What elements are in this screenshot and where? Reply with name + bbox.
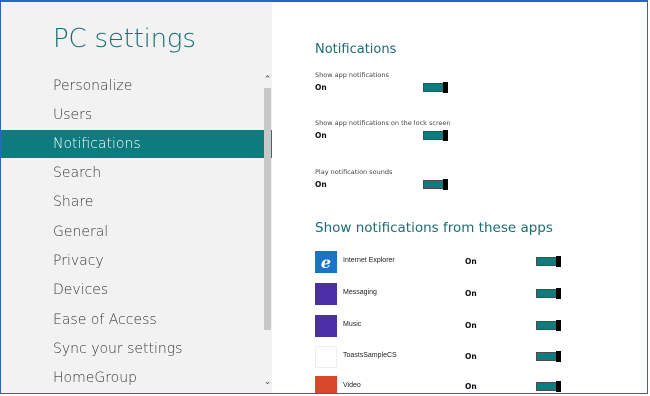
app-state: On [465,257,477,266]
app-name: Internet Explorer [343,257,395,264]
sidebar-item-privacy[interactable]: Privacy [1,247,263,275]
sidebar-item-ease-of-access[interactable]: Ease of Access [1,306,263,334]
app-row-toastssamplecs: ToastsSampleCS On [315,346,575,368]
toasts-sample-icon [315,346,337,368]
app-state: On [465,382,477,391]
pc-settings-window: PC settings Personalize Users Notificati… [0,0,648,394]
setting-label-lock-screen-notifications: Show app notifications on the lock scree… [315,119,451,127]
section-title: Notifications [315,42,397,57]
ie-icon: e [315,251,337,273]
sidebar-item-devices[interactable]: Devices [1,276,263,304]
music-icon [315,315,337,337]
messaging-icon [315,283,337,305]
toggle-internet-explorer[interactable] [536,256,561,267]
app-row-music: Music On [315,315,575,337]
apps-section-title: Show notifications from these apps [315,220,553,236]
toggle-knob [556,351,561,362]
main-content: Notifications Show app notifications On … [272,2,647,393]
sidebar-item-notifications[interactable]: Notifications [1,130,272,158]
video-icon [315,376,337,393]
app-row-video: Video On [315,376,575,393]
app-state: On [465,321,477,330]
toggle-knob [556,381,561,392]
toggle-lock-screen-notifications[interactable] [423,130,448,141]
toggle-music[interactable] [536,320,561,331]
scroll-up-icon[interactable]: ⌃ [263,74,272,86]
toggle-knob [556,256,561,267]
app-row-messaging: Messaging On [315,283,575,305]
toggle-knob [443,82,448,93]
sidebar: PC settings Personalize Users Notificati… [1,2,272,393]
app-state: On [465,352,477,361]
sidebar-item-sync-your-settings[interactable]: Sync your settings [1,335,263,363]
toggle-play-notification-sounds[interactable] [423,179,448,190]
toggle-knob [556,320,561,331]
sidebar-item-personalize[interactable]: Personalize [1,72,263,100]
sidebar-item-homegroup[interactable]: HomeGroup [1,364,263,392]
app-name: ToastsSampleCS [343,352,397,359]
app-row-internet-explorer: e Internet Explorer On [315,251,575,273]
toggle-toastssamplecs[interactable] [536,351,561,362]
toggle-messaging[interactable] [536,288,561,299]
toggle-show-app-notifications[interactable] [423,82,448,93]
setting-value-play-notification-sounds: On [315,180,327,189]
toggle-knob [443,130,448,141]
setting-label-show-app-notifications: Show app notifications [315,71,389,79]
page-title: PC settings [53,24,196,54]
toggle-video[interactable] [536,381,561,392]
app-name: Music [343,321,362,328]
sidebar-scrollbar[interactable]: ⌃ ⌄ [263,74,272,392]
toggle-knob [556,288,561,299]
toggle-knob [443,179,448,190]
sidebar-item-general[interactable]: General [1,218,263,246]
setting-label-play-notification-sounds: Play notification sounds [315,168,393,176]
sidebar-item-users[interactable]: Users [1,101,263,129]
sidebar-item-search[interactable]: Search [1,159,263,187]
scroll-down-icon[interactable]: ⌄ [263,376,272,388]
setting-value-lock-screen-notifications: On [315,131,327,140]
app-name: Video [343,382,361,389]
app-name: Messaging [343,289,377,296]
setting-value-show-app-notifications: On [315,83,327,92]
sidebar-item-share[interactable]: Share [1,188,263,216]
scroll-thumb[interactable] [264,88,271,330]
app-state: On [465,289,477,298]
